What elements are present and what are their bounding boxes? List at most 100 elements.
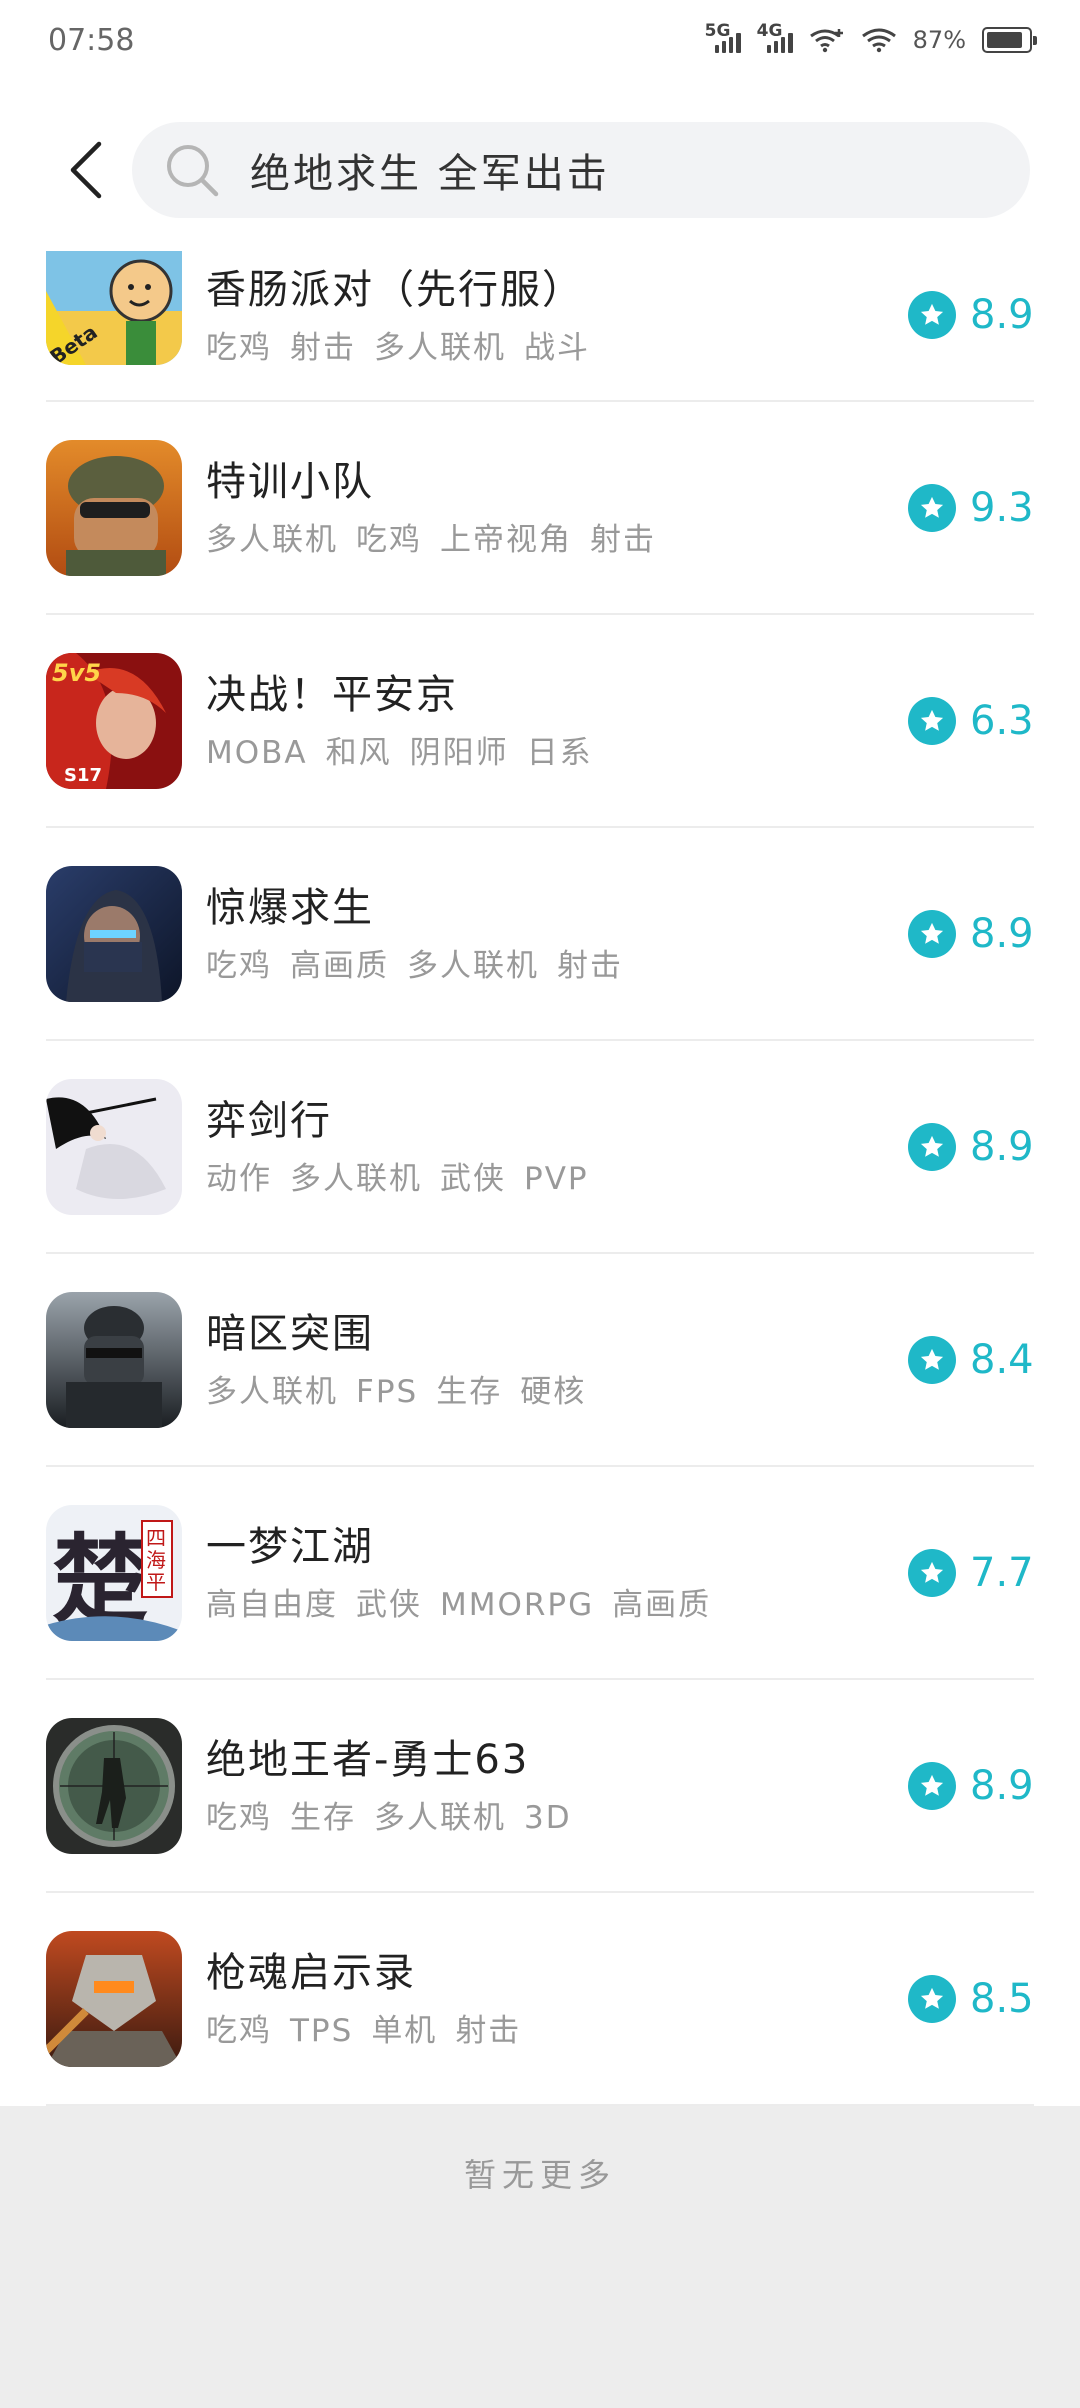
game-list-item[interactable]: 暗区突围 多人联机 FPS 生存 硬核 8.4 [46,1254,1034,1467]
game-score: 8.5 [970,1975,1034,2022]
game-tag: 吃鸡 [206,2013,272,2049]
battery-percent: 87% [912,26,966,54]
game-tags: MOBA 和风 阴阳师 日系 [206,727,908,772]
game-tag: 生存 [436,1374,503,1410]
game-name: 弈剑行 [206,1098,332,1144]
game-tag: 多人联机 [206,1374,338,1410]
game-list-item[interactable]: Beta 香肠派对（先行服） 吃鸡 射击 多人联机 战斗 8.9 [46,230,1034,402]
game-score: 8.9 [970,1123,1034,1170]
star-icon [920,1774,944,1796]
game-tag: 动作 [206,1161,272,1197]
game-tag: 高画质 [612,1587,712,1623]
game-list-item[interactable]: 特训小队 多人联机 吃鸡 上帝视角 射击 9.3 [46,402,1034,615]
game-info: 惊爆求生 吃鸡 高画质 多人联机 射击 [206,882,908,985]
game-rating: 8.9 [908,1761,1034,1810]
game-score: 8.9 [970,1762,1034,1809]
game-tag: 高自由度 [206,1587,338,1623]
game-rating: 8.9 [908,1122,1034,1171]
sausage-party-beta-icon: Beta [46,251,182,365]
game-list-item[interactable]: 楚四海平一梦江湖 高自由度 武侠 MMORPG 高画质 7.7 [46,1467,1034,1680]
game-tags: 多人联机 吃鸡 上帝视角 射击 [206,514,908,559]
star-badge-icon [908,1974,956,2023]
network-5g-label: 5G [704,21,731,41]
game-rating: 8.5 [908,1974,1034,2023]
game-tag: 3D [524,1800,572,1836]
game-info: 弈剑行 动作 多人联机 武侠 PVP [206,1095,908,1198]
masked-soldier-icon [46,865,182,1002]
game-list-item[interactable]: 弈剑行 动作 多人联机 武侠 PVP 8.9 [46,1041,1034,1254]
search-input[interactable]: 绝地求生 全军出击 [132,122,1030,218]
soldier-helmet-icon [46,439,182,576]
star-icon [920,496,944,518]
game-tag: 射击 [590,522,656,558]
game-list-item[interactable]: 绝地王者-勇士63 吃鸡 生存 多人联机 3D 8.9 [46,1680,1034,1893]
search-icon [167,145,219,197]
game-tag: TPS [290,2013,354,2049]
game-list-item[interactable]: 枪魂启示录 吃鸡 TPS 单机 射击 8.5 [46,1893,1034,2106]
game-tag: 日系 [526,735,593,771]
search-query: 绝地求生 全军出击 [250,151,610,197]
game-name: 绝地王者-勇士63 [206,1737,530,1783]
star-badge-icon [908,291,956,339]
game-tags: 吃鸡 射击 多人联机 战斗 [206,322,908,367]
game-tag: 吃鸡 [206,948,272,984]
back-arrow-icon [70,141,102,199]
game-tag: 多人联机 [290,1161,422,1197]
game-rating: 7.7 [908,1548,1034,1597]
game-tag: 高画质 [290,948,389,984]
game-name: 枪魂启示录 [206,1950,416,1996]
star-icon [920,1348,944,1370]
star-badge-icon [908,1122,956,1171]
wifi-plus-icon [809,29,843,53]
game-tags: 高自由度 武侠 MMORPG 高画质 [206,1579,908,1624]
no-more-label: 暂无更多 [463,2156,616,2194]
game-tag: 武侠 [356,1587,422,1623]
game-name: 惊爆求生 [206,885,374,931]
star-badge-icon [908,1548,956,1597]
status-icons: 5G 4G 87% [705,21,1037,54]
star-badge-icon [908,909,956,958]
game-tag: 多人联机 [206,522,338,558]
game-tag: 战斗 [524,329,590,366]
game-rating: 8.9 [908,291,1034,339]
star-badge-icon [908,1335,956,1384]
star-icon [920,1561,944,1583]
game-tag: 多人联机 [407,948,539,984]
onmyoji-5v5-icon: 5v5 S17 [46,652,182,789]
game-list-item[interactable]: 5v5 S17 决战！平安京 MOBA 和风 阴阳师 日系 6.3 [46,615,1034,828]
game-info: 枪魂启示录 吃鸡 TPS 单机 射击 [206,1947,908,2050]
game-tags: 吃鸡 TPS 单机 射击 [206,2005,908,2050]
game-list: Beta 香肠派对（先行服） 吃鸡 射击 多人联机 战斗 8.9 特训小队 多人联机 吃鸡 上帝视角… [0,230,1080,2106]
star-icon [920,709,944,731]
game-info: 绝地王者-勇士63 吃鸡 生存 多人联机 3D [206,1734,908,1837]
game-name: 决战！平安京 [206,672,458,718]
game-tag: 吃鸡 [206,1800,272,1836]
game-score: 6.3 [970,697,1034,744]
back-button[interactable] [42,120,132,220]
game-name: 香肠派对（先行服） [206,266,584,313]
game-rating: 9.3 [908,483,1034,532]
star-badge-icon [908,483,956,532]
game-tag: 单机 [371,2013,438,2049]
game-tag: 和风 [325,735,392,771]
game-score: 8.9 [970,292,1034,338]
svg-text:S17: S17 [64,765,102,786]
battery-icon [982,27,1037,53]
star-icon [920,1987,944,2009]
star-badge-icon [908,696,956,745]
search-header: 绝地求生 全军出击 [0,110,1080,230]
game-rating: 6.3 [908,696,1034,745]
game-rating: 8.9 [908,909,1034,958]
game-name: 一梦江湖 [206,1524,374,1570]
svg-text:平: 平 [146,1570,166,1594]
game-name: 暗区突围 [206,1311,374,1357]
status-bar: 07:58 5G 4G 87% [0,0,1080,80]
game-score: 8.9 [970,910,1034,957]
game-info: 一梦江湖高自由度 武侠 MMORPG 高画质 [206,1521,908,1624]
wifi-icon [861,28,896,53]
game-tag: 吃鸡 [206,329,272,366]
tactical-soldier-icon [46,1291,182,1428]
game-list-item[interactable]: 惊爆求生 吃鸡 高画质 多人联机 射击 8.9 [46,828,1034,1041]
status-time: 07:58 [48,22,135,58]
star-icon [920,922,944,944]
